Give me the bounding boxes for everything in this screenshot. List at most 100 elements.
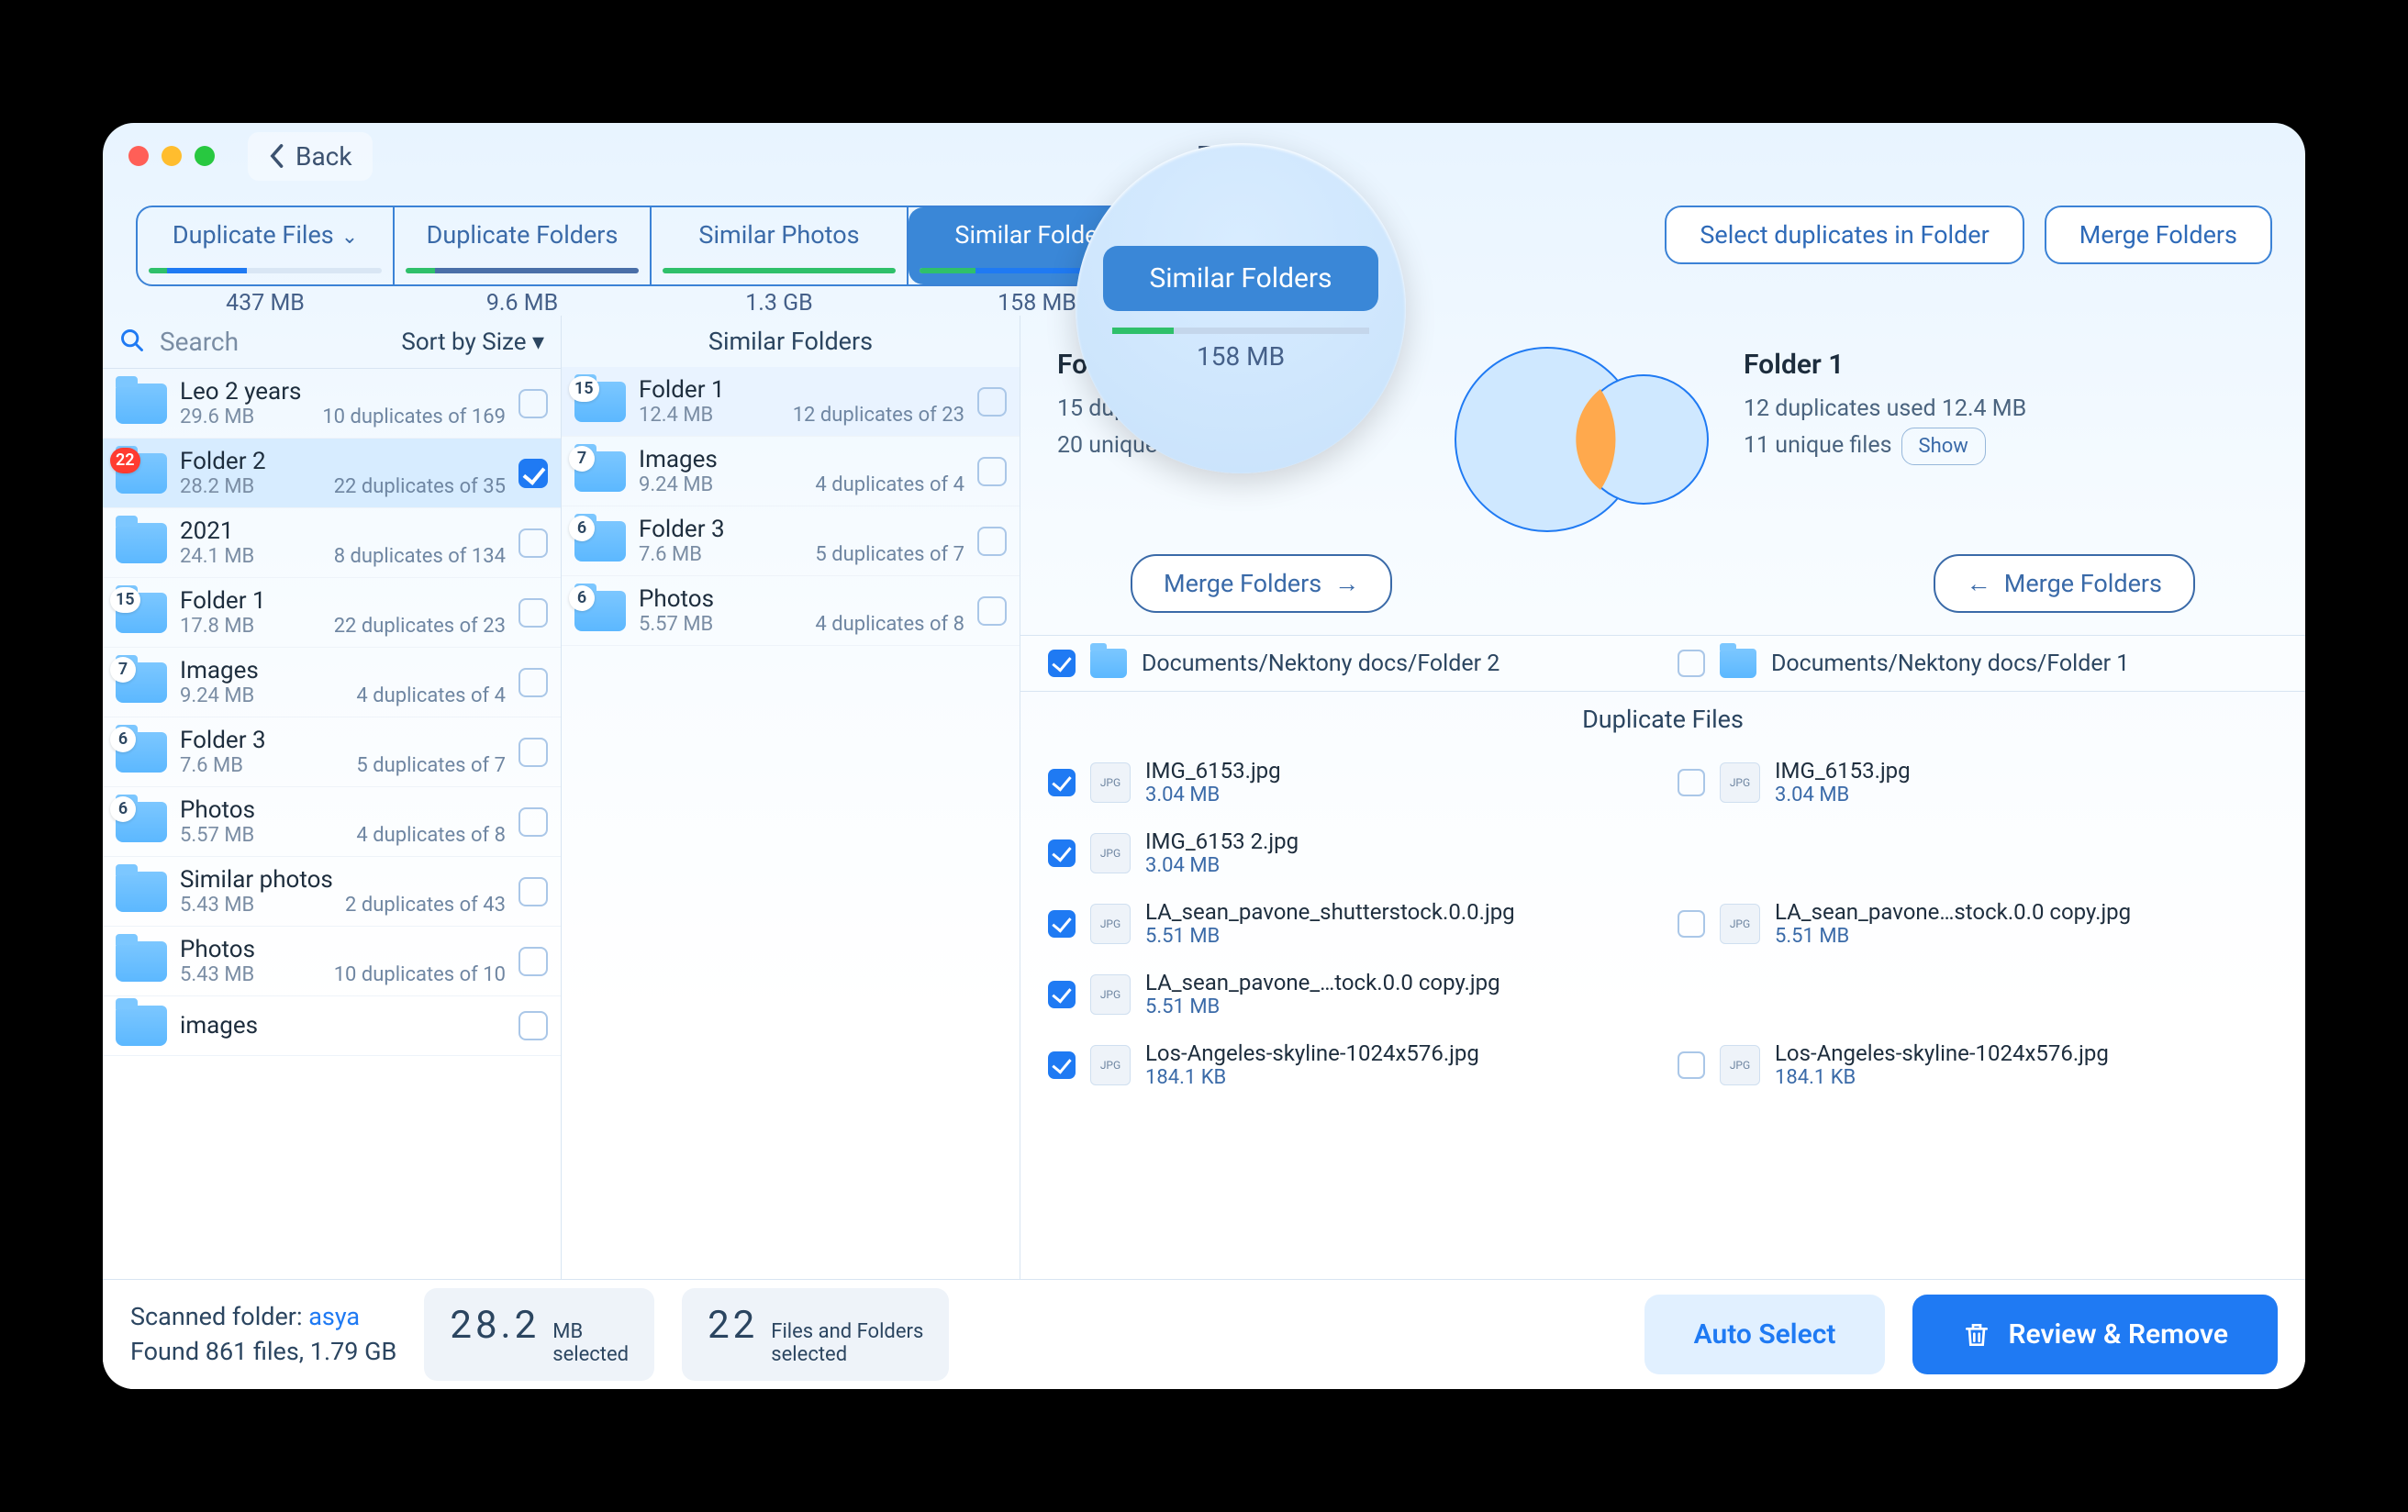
- row-checkbox[interactable]: [518, 877, 548, 906]
- file-name: LA_sean_pavone_…tock.0.0 copy.jpg: [1145, 970, 1500, 995]
- folder-row[interactable]: 15Folder 112.4 MB12 duplicates of 23: [562, 367, 1020, 437]
- file-checkbox[interactable]: [1048, 769, 1076, 796]
- count-badge: 6: [110, 727, 136, 752]
- file-size: 5.51 MB: [1775, 925, 2131, 948]
- count-badge: 6: [569, 585, 595, 611]
- folder-size: 5.57 MB: [639, 613, 713, 636]
- folder-row[interactable]: Leo 2 years29.6 MB10 duplicates of 169: [103, 369, 561, 439]
- folder-row[interactable]: 6Photos5.57 MB4 duplicates of 8: [103, 787, 561, 857]
- folder-name: images: [180, 1012, 506, 1040]
- count-badge: 7: [110, 657, 136, 683]
- file-checkbox[interactable]: [1048, 981, 1076, 1008]
- row-checkbox[interactable]: [977, 457, 1007, 486]
- duplicate-count: 5 duplicates of 7: [815, 543, 964, 566]
- row-checkbox[interactable]: [518, 1011, 548, 1040]
- folder-icon: 6: [116, 802, 167, 842]
- show-right-button[interactable]: Show: [1901, 428, 1986, 465]
- folder-row[interactable]: Photos5.43 MB10 duplicates of 10: [103, 927, 561, 996]
- file-checkbox[interactable]: [1678, 769, 1705, 796]
- top-action-buttons: Select duplicates in Folder Merge Folder…: [1665, 206, 2272, 264]
- found-summary: Found 861 files, 1.79 GB: [130, 1335, 396, 1370]
- file-size: 184.1 KB: [1145, 1066, 1479, 1089]
- row-checkbox[interactable]: [518, 598, 548, 628]
- folder-name: Similar photos: [180, 866, 506, 894]
- chevron-left-icon: [268, 143, 284, 169]
- folder-row[interactable]: 6Folder 37.6 MB5 duplicates of 7: [103, 717, 561, 787]
- row-checkbox[interactable]: [518, 459, 548, 488]
- folder-icon: [116, 523, 167, 563]
- folder-icon: [116, 1006, 167, 1046]
- file-checkbox[interactable]: [1048, 839, 1076, 867]
- folder-row[interactable]: 15Folder 117.8 MB22 duplicates of 23: [103, 578, 561, 648]
- maximize-window-button[interactable]: [195, 146, 215, 166]
- dup-file-cell: JPG LA_sean_pavone_…tock.0.0 copy.jpg5.5…: [1048, 962, 1648, 1026]
- folder-icon: [116, 941, 167, 982]
- folder-size: 9.24 MB: [180, 684, 254, 707]
- folder-name: Folder 1: [180, 587, 506, 615]
- folder-row[interactable]: 6Photos5.57 MB4 duplicates of 8: [562, 576, 1020, 646]
- row-checkbox[interactable]: [977, 387, 1007, 417]
- row-checkbox[interactable]: [518, 668, 548, 697]
- file-thumbnail-icon: JPG: [1720, 904, 1760, 944]
- folder-row[interactable]: images: [103, 996, 561, 1056]
- window-controls: [128, 146, 215, 166]
- row-checkbox[interactable]: [518, 807, 548, 837]
- sort-dropdown[interactable]: Sort by Size ▾: [401, 328, 544, 356]
- folder-row[interactable]: 7Images9.24 MB4 duplicates of 4: [103, 648, 561, 717]
- select-duplicates-button[interactable]: Select duplicates in Folder: [1665, 206, 2023, 264]
- file-name: IMG_6153.jpg: [1775, 758, 1911, 784]
- folder-size: 5.43 MB: [180, 894, 254, 917]
- row-checkbox[interactable]: [518, 528, 548, 558]
- file-checkbox[interactable]: [1048, 910, 1076, 938]
- file-checkbox[interactable]: [1048, 1051, 1076, 1079]
- search-input[interactable]: Search: [160, 327, 386, 357]
- folder-name: Folder 1: [639, 376, 964, 404]
- dup-row: JPG IMG_6153 2.jpg3.04 MB: [1020, 817, 2305, 888]
- scanned-folder-link[interactable]: asya: [308, 1302, 360, 1331]
- row-checkbox[interactable]: [977, 527, 1007, 556]
- file-checkbox[interactable]: [1678, 1051, 1705, 1079]
- magnifier-overlay: Similar Folders 158 MB: [1076, 143, 1406, 473]
- merge-folders-button[interactable]: Merge Folders: [2045, 206, 2272, 264]
- path-left-checkbox[interactable]: [1048, 650, 1076, 677]
- path-right-checkbox[interactable]: [1678, 650, 1705, 677]
- tab-duplicate-files[interactable]: Duplicate Files⌄437 MB: [138, 207, 395, 284]
- venn-right-line2: 11 unique files: [1744, 432, 1892, 459]
- row-checkbox[interactable]: [977, 596, 1007, 626]
- merge-left-button[interactable]: Merge Folders→: [1131, 554, 1392, 613]
- folder-row[interactable]: Similar photos5.43 MB2 duplicates of 43: [103, 857, 561, 927]
- row-checkbox[interactable]: [518, 389, 548, 418]
- dup-row: JPG LA_sean_pavone_…tock.0.0 copy.jpg5.5…: [1020, 959, 2305, 1029]
- file-checkbox[interactable]: [1678, 910, 1705, 938]
- tab-similar-photos[interactable]: Similar Photos1.3 GB: [652, 207, 909, 284]
- folder-row[interactable]: 22Folder 228.2 MB22 duplicates of 35: [103, 439, 561, 508]
- auto-select-button[interactable]: Auto Select: [1644, 1295, 1886, 1374]
- file-name: IMG_6153 2.jpg: [1145, 828, 1299, 854]
- similar-folders-header: Similar Folders: [562, 316, 1020, 367]
- folder-row[interactable]: 202124.1 MB8 duplicates of 134: [103, 508, 561, 578]
- merge-right-button[interactable]: ←Merge Folders: [1934, 554, 2195, 613]
- folder-row[interactable]: 7Images9.24 MB4 duplicates of 4: [562, 437, 1020, 506]
- middle-folder-list[interactable]: 15Folder 112.4 MB12 duplicates of 237Ima…: [562, 367, 1020, 1279]
- file-thumbnail-icon: JPG: [1090, 762, 1131, 803]
- tab-duplicate-folders[interactable]: Duplicate Folders9.6 MB: [395, 207, 652, 284]
- duplicate-count: 22 duplicates of 23: [334, 615, 506, 638]
- close-window-button[interactable]: [128, 146, 149, 166]
- app-window: Back F Duplicate Files⌄437 MBDuplicate F…: [103, 123, 2305, 1389]
- row-checkbox[interactable]: [518, 947, 548, 976]
- folder-row[interactable]: 6Folder 37.6 MB5 duplicates of 7: [562, 506, 1020, 576]
- venn-right-title: Folder 1: [1744, 343, 2092, 387]
- file-size: 3.04 MB: [1145, 854, 1299, 877]
- folder-size: 7.6 MB: [180, 754, 243, 777]
- dup-file-cell: JPG LA_sean_pavone_shutterstock.0.0.jpg5…: [1048, 892, 1648, 955]
- left-folder-list[interactable]: Leo 2 years29.6 MB10 duplicates of 16922…: [103, 369, 561, 1273]
- duplicate-count: 22 duplicates of 35: [334, 475, 506, 498]
- review-remove-button[interactable]: Review & Remove: [1912, 1295, 2278, 1374]
- path-left-cell: Documents/Nektony docs/Folder 2: [1048, 649, 1648, 678]
- duplicate-files-list[interactable]: JPG IMG_6153.jpg3.04 MB JPG IMG_6153.jpg…: [1020, 747, 2305, 1279]
- dup-row: JPG Los-Angeles-skyline-1024x576.jpg184.…: [1020, 1029, 2305, 1100]
- minimize-window-button[interactable]: [162, 146, 182, 166]
- back-button[interactable]: Back: [248, 132, 373, 181]
- row-checkbox[interactable]: [518, 738, 548, 767]
- folder-size: 29.6 MB: [180, 406, 254, 428]
